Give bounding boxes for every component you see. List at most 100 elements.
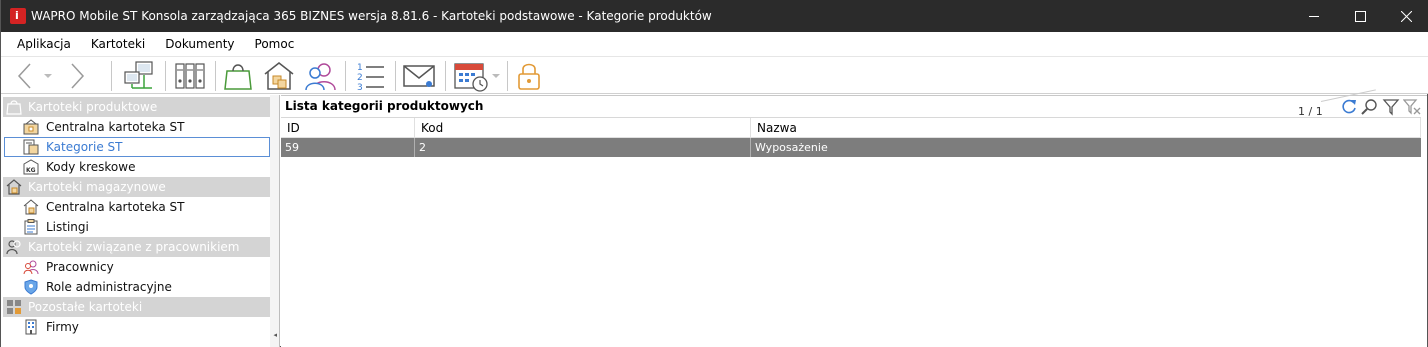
column-header-kod[interactable]: Kod [415, 118, 751, 138]
group-kartoteki-pracownik[interactable]: Kartoteki związane z pracownikiem [3, 237, 271, 257]
list-title: Lista kategorii produktowych [285, 99, 484, 113]
numbered-list-icon: 1 2 3 [357, 63, 384, 92]
minimize-icon [1308, 15, 1319, 17]
sidebar-item-centralna-kartoteka-st-magazyn[interactable]: Centralna kartoteka ST [23, 197, 271, 217]
lock-button[interactable] [513, 59, 545, 93]
maximize-icon [1354, 10, 1366, 22]
sidebar-item-label: Kategorie ST [46, 140, 123, 154]
sidebar-item-listingi[interactable]: Listingi [23, 217, 271, 237]
network-button[interactable] [121, 59, 157, 93]
toolbar-separator [345, 61, 346, 91]
mail-icon [403, 65, 435, 87]
menu-dokumenty[interactable]: Dokumenty [155, 32, 244, 56]
toolbar: 1 2 3 [1, 56, 1428, 94]
toolbar-separator [215, 61, 216, 91]
sidebar-item-label: Role administracyjne [46, 280, 172, 294]
list-header: Lista kategorii produktowych 1 / 1 [281, 89, 1427, 119]
back-button[interactable] [11, 59, 39, 93]
sidebar-item-pracownicy[interactable]: Pracownicy [23, 257, 271, 277]
window-title: WAPRO Mobile ST Konsola zarządzająca 365… [31, 9, 712, 23]
group-label: Kartoteki produktowe [28, 100, 158, 114]
sidebar-item-centralna-kartoteka-st[interactable]: Centralna kartoteka ST [23, 117, 271, 137]
building-icon [23, 318, 41, 336]
bag-icon [6, 98, 24, 116]
forward-button[interactable] [63, 59, 91, 93]
barcode-kg-icon: KG [23, 158, 41, 176]
toolbar-separator [445, 61, 446, 91]
group-label: Kartoteki związane z pracownikiem [28, 240, 240, 254]
toolbar-separator [395, 61, 396, 91]
sidebar-item-label: Pracownicy [46, 260, 114, 274]
product-box-icon [23, 118, 41, 136]
sidebar-item-label: Centralna kartoteka ST [46, 120, 185, 134]
binders-button[interactable] [173, 59, 207, 93]
network-icon [124, 61, 153, 89]
minimize-button[interactable] [1291, 0, 1337, 32]
shopping-bag-icon [224, 64, 252, 90]
close-icon [1400, 10, 1412, 22]
warehouse-button[interactable] [261, 59, 297, 93]
scroll-left-arrow-icon[interactable]: ◂ [273, 331, 277, 339]
toolbar-separator [111, 61, 112, 91]
employees-button[interactable] [303, 59, 339, 93]
calendar-clock-icon [454, 63, 500, 92]
group-label: Pozostałe kartoteki [28, 300, 143, 314]
search-icon[interactable] [1361, 98, 1379, 119]
sidebar-item-label: Listingi [46, 220, 89, 234]
window-controls [1291, 0, 1428, 32]
binders-icon [175, 63, 205, 89]
group-kartoteki-produktowe[interactable]: Kartoteki produktowe [3, 97, 271, 117]
sidebar-item-label: Firmy [46, 320, 79, 334]
back-arrow-icon [17, 63, 31, 89]
menu-kartoteki[interactable]: Kartoteki [81, 32, 155, 56]
sidebar-item-label: Centralna kartoteka ST [46, 200, 185, 214]
svg-text:2: 2 [357, 73, 363, 83]
group-kartoteki-magazynowe[interactable]: Kartoteki magazynowe [3, 177, 271, 197]
cell-nazwa: Wyposażenie [755, 141, 828, 154]
title-bar[interactable]: WAPRO Mobile ST Konsola zarządzająca 365… [1, 0, 1428, 32]
person-icon [6, 238, 24, 256]
cell-id: 59 [281, 138, 415, 157]
svg-text:1: 1 [357, 63, 363, 73]
sidebar-item-role-administracyjne[interactable]: Role administracyjne [23, 277, 271, 297]
app-window: WAPRO Mobile ST Konsola zarządzająca 365… [0, 0, 1428, 347]
sidebar-item-kategorie-st[interactable]: Kategorie ST [4, 137, 270, 157]
warehouse-icon [6, 178, 24, 196]
warehouse-icon [264, 62, 294, 90]
grid-header: ID Kod Nazwa [281, 117, 1421, 138]
category-icon [23, 138, 41, 156]
app-logo-icon [10, 8, 26, 24]
maximize-button[interactable] [1337, 0, 1383, 32]
sidebar-scrollbar[interactable]: ◂ [270, 95, 279, 347]
clear-filter-icon[interactable] [1402, 98, 1421, 119]
svg-text:3: 3 [357, 83, 363, 92]
column-header-id[interactable]: ID [281, 118, 415, 138]
refresh-icon[interactable] [1340, 98, 1358, 119]
menu-aplikacja[interactable]: Aplikacja [7, 32, 81, 56]
sidebar-item-firmy[interactable]: Firmy [23, 317, 271, 337]
list-panel: Lista kategorii produktowych 1 / 1 ID Ko… [281, 89, 1427, 347]
list-tools [1340, 98, 1421, 119]
products-button[interactable] [221, 59, 255, 93]
menu-pomoc[interactable]: Pomoc [245, 32, 305, 56]
sidebar-item-kody-kreskowe[interactable]: KG Kody kreskowe [23, 157, 271, 177]
column-header-nazwa[interactable]: Nazwa [751, 118, 1421, 138]
warehouse-box-icon [23, 198, 41, 216]
dropdown-arrow-icon [44, 74, 52, 78]
group-pozostale-kartoteki[interactable]: Pozostałe kartoteki [3, 297, 271, 317]
users-icon [305, 63, 336, 91]
calendar-button[interactable] [451, 59, 503, 93]
shield-icon [23, 278, 41, 296]
history-dropdown-button[interactable] [41, 59, 55, 93]
table-row[interactable]: 59 2 Wyposażenie [281, 138, 1421, 157]
close-button[interactable] [1383, 0, 1428, 32]
forward-arrow-icon [71, 63, 85, 89]
numbered-list-button[interactable]: 1 2 3 [353, 59, 387, 93]
lock-icon [518, 63, 540, 90]
sidebar: Kartoteki produktowe Centralna kartoteka… [1, 95, 280, 347]
toolbar-separator [165, 61, 166, 91]
tiles-icon [6, 298, 24, 316]
mail-button[interactable] [401, 59, 437, 93]
group-label: Kartoteki magazynowe [28, 180, 166, 194]
filter-icon[interactable] [1382, 98, 1400, 119]
